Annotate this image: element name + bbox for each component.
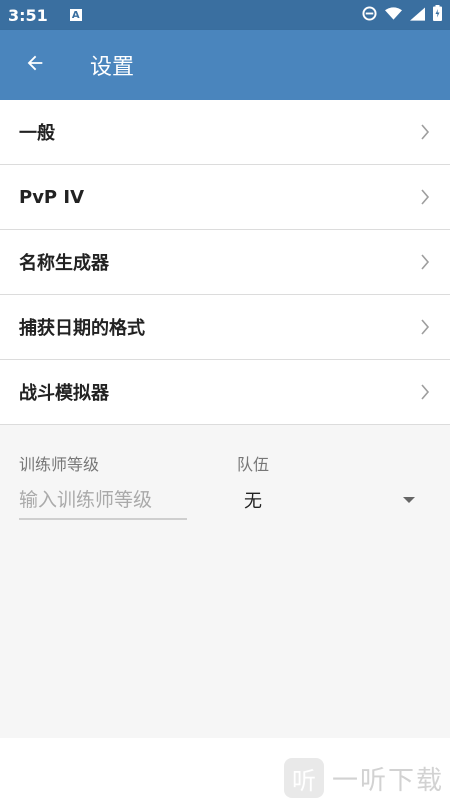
chevron-right-icon: [420, 254, 430, 270]
team-label: 队伍: [237, 455, 270, 474]
page-title: 设置: [90, 55, 135, 80]
battery-icon: [433, 5, 442, 25]
menu-item-label: PvP IV: [19, 186, 85, 208]
do-not-disturb-icon: [362, 5, 377, 25]
team-dropdown[interactable]: 无: [237, 482, 427, 518]
menu-item-label: 一般: [19, 123, 55, 144]
menu-item-label: 捕获日期的格式: [19, 318, 145, 339]
wifi-icon: [385, 6, 402, 25]
watermark-text: 一听下载: [331, 765, 444, 796]
menu-item-general[interactable]: 一般: [0, 100, 450, 165]
menu-item-catch-date-format[interactable]: 捕获日期的格式: [0, 295, 450, 360]
team-selected-value: 无: [244, 491, 262, 512]
menu-item-label: 名称生成器: [19, 253, 109, 274]
settings-menu: 一般 PvP IV 名称生成器 捕获日期的格式 战斗模拟器: [0, 100, 450, 425]
menu-item-label: 战斗模拟器: [19, 383, 109, 404]
status-bar: 3:51 A: [0, 0, 450, 30]
status-icons: [362, 5, 442, 25]
watermark: 听 一听下载: [283, 758, 444, 798]
trainer-form: 训练师等级 队伍 无: [0, 430, 450, 738]
trainer-level-input[interactable]: [19, 482, 187, 520]
status-time: 3:51: [8, 5, 48, 25]
menu-item-name-generator[interactable]: 名称生成器: [0, 230, 450, 295]
back-button[interactable]: [0, 30, 70, 100]
menu-item-pvp-iv[interactable]: PvP IV: [0, 165, 450, 230]
watermark-logo-char: 听: [291, 766, 316, 795]
watermark-logo-icon: 听: [283, 758, 324, 798]
chevron-right-icon: [420, 189, 430, 205]
menu-item-battle-simulator[interactable]: 战斗模拟器: [0, 360, 450, 425]
arrow-left-icon: [24, 52, 46, 78]
chevron-right-icon: [420, 124, 430, 140]
app-bar: 设置: [0, 30, 450, 100]
signal-icon: [410, 6, 425, 25]
chevron-right-icon: [420, 319, 430, 335]
dropdown-arrow-icon: [403, 497, 415, 503]
chevron-right-icon: [420, 384, 430, 400]
trainer-level-label: 训练师等级: [19, 455, 100, 474]
notification-icon: A: [69, 9, 82, 21]
bottom-area: 听 一听下载: [0, 738, 450, 800]
